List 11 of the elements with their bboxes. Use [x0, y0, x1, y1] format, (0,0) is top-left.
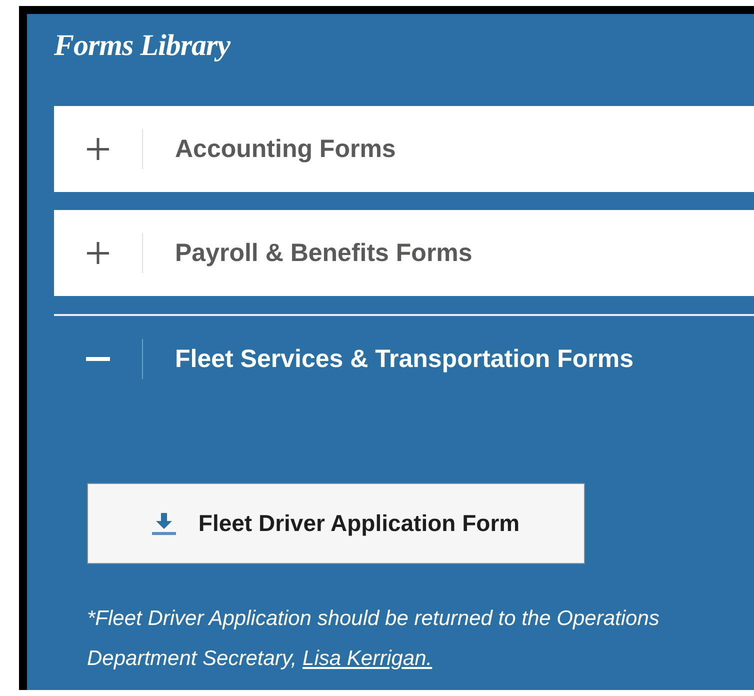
page-title: Forms Library: [54, 28, 230, 64]
plus-icon: [87, 242, 109, 264]
section-heading[interactable]: Fleet Services & Transportation Forms: [175, 344, 634, 374]
download-icon: [152, 512, 176, 534]
minus-icon: [86, 357, 110, 361]
plus-icon: [87, 138, 109, 160]
section-heading[interactable]: Payroll & Benefits Forms: [175, 238, 472, 268]
contact-link[interactable]: Lisa Kerrigan.: [302, 647, 432, 670]
section-heading[interactable]: Accounting Forms: [175, 134, 396, 164]
download-button[interactable]: Fleet Driver Application Form: [87, 483, 585, 564]
note-text: *Fleet Driver Application should be returned to the Operations Department Secretary, Lisa Kerrigan.: [87, 606, 660, 672]
